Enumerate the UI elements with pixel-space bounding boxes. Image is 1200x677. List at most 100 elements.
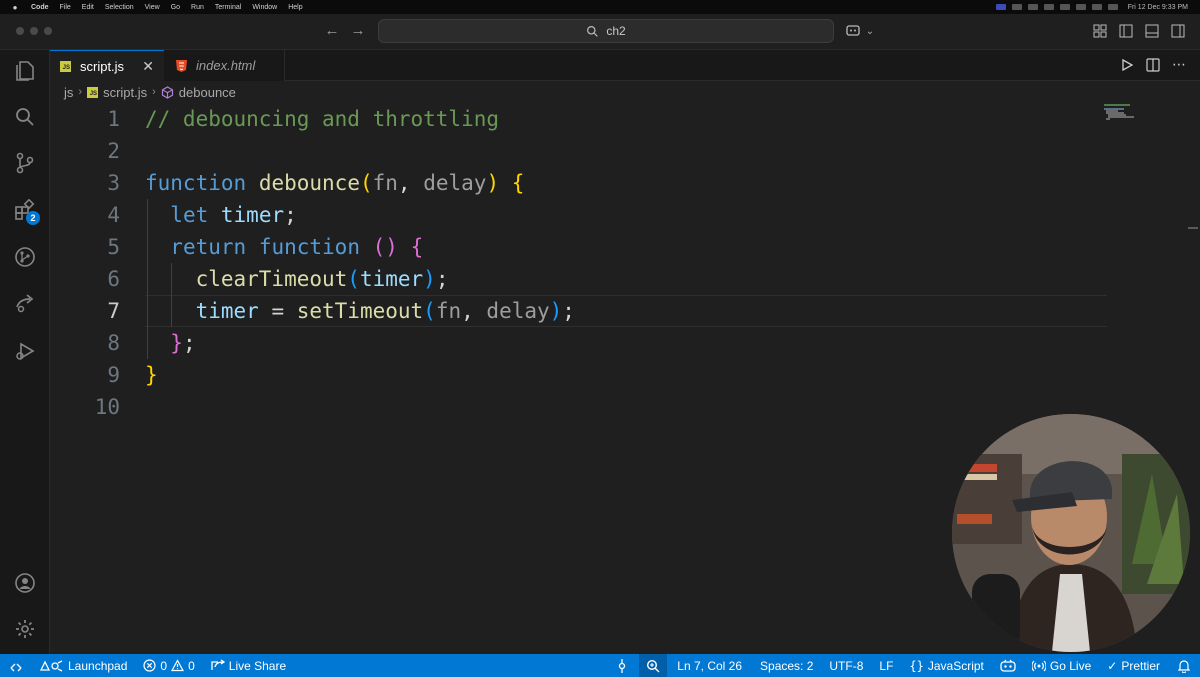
tab-index-html[interactable]: index.html [164,50,285,81]
chevron-right-icon: › [78,86,83,98]
line-number: 9 [107,363,120,387]
customize-layout-icon[interactable] [1092,23,1108,39]
battery-icon[interactable] [1091,4,1102,10]
command-center-search[interactable]: ch2 [378,19,834,43]
git-commit-icon[interactable] [605,654,639,677]
code-line[interactable]: } [145,359,158,391]
status-indicator-icon[interactable] [1075,4,1086,10]
menu-app[interactable]: Code [31,4,49,11]
zoom-window-button[interactable] [44,27,52,35]
toggle-primary-sidebar-icon[interactable] [1118,23,1134,39]
code-token: return [170,235,247,259]
search-icon [587,25,599,37]
explorer-icon[interactable] [12,58,38,84]
code-line[interactable]: }; [145,327,195,359]
code-token: ) [423,267,436,291]
launchpad-button[interactable]: Launchpad [32,654,135,677]
code-line[interactable]: function debounce(fn, delay) { [145,167,524,199]
breadcrumb-symbol[interactable]: debounce [161,85,236,100]
live-share-icon[interactable] [12,290,38,316]
forward-arrow-icon[interactable]: → [348,22,368,39]
menu-run[interactable]: Run [191,4,204,11]
code-token: fn [435,299,462,323]
status-indicator-icon[interactable] [1011,4,1022,10]
go-live-label: Go Live [1049,658,1092,673]
minimize-window-button[interactable] [30,27,38,35]
code-line[interactable]: let timer; [145,199,296,231]
git-graph-icon[interactable] [12,244,38,270]
menu-terminal[interactable]: Terminal [215,4,241,11]
copilot-status-icon[interactable] [992,654,1024,677]
run-and-debug-icon[interactable] [12,338,38,364]
code-line[interactable]: return function () { [145,231,423,263]
menu-go[interactable]: Go [171,4,180,11]
close-window-button[interactable] [16,27,24,35]
run-file-icon[interactable] [1120,58,1134,77]
menu-edit[interactable]: Edit [82,4,94,11]
live-share-button[interactable]: Live Share [203,654,294,677]
problems-indicator[interactable]: 0 0 [135,654,202,677]
code-token: , [461,299,487,323]
search-icon[interactable] [12,104,38,130]
status-indicator-icon[interactable] [995,4,1006,10]
launchpad-icon [40,659,63,672]
copilot-menu[interactable]: ⌄ [846,23,878,39]
status-indicator-icon[interactable] [1059,4,1070,10]
toggle-secondary-sidebar-icon[interactable] [1170,23,1186,39]
go-live-button[interactable]: Go Live [1024,654,1099,677]
menu-selection[interactable]: Selection [105,4,134,11]
settings-gear-icon[interactable] [12,616,38,642]
minimap[interactable] [1104,103,1142,123]
extensions-icon[interactable]: 2 [12,197,40,225]
split-editor-icon[interactable] [1146,58,1160,77]
menu-view[interactable]: View [145,4,160,11]
code-token: function [145,171,247,195]
more-actions-icon[interactable]: ⋯ [1172,57,1186,77]
status-indicator-icon[interactable] [1043,4,1054,10]
menubar-clock[interactable]: Fri 12 Dec 9:33 PM [1128,4,1188,11]
code-token: timer [359,267,424,291]
wifi-icon[interactable] [1107,4,1118,10]
error-count: 0 [160,658,168,673]
copilot-icon[interactable] [846,23,862,39]
end-of-line-setting[interactable]: LF [871,654,901,677]
prettier-button[interactable]: ✓ Prettier [1099,654,1168,677]
toggle-panel-icon[interactable] [1144,23,1160,39]
code-token: delay [423,171,487,195]
close-tab-icon[interactable]: ✕ [142,58,154,75]
chevron-right-icon: › [152,86,156,98]
notifications-bell-icon[interactable] [1168,654,1200,677]
breadcrumb-file[interactable]: JS script.js [87,85,147,100]
cursor-position[interactable]: Ln 7, Col 26 [667,654,752,677]
status-indicator-icon[interactable] [1027,4,1038,10]
back-arrow-icon[interactable]: ← [322,22,342,39]
zoom-search-icon[interactable] [639,654,668,677]
menu-file[interactable]: File [60,4,71,11]
code-token: function [258,235,360,259]
breadcrumb-folder[interactable]: js [64,85,73,100]
line-number: 6 [107,267,120,291]
editor-scrollbar[interactable] [1186,103,1200,654]
code-token: } [145,363,158,387]
chevron-down-icon[interactable]: ⌄ [862,23,878,39]
account-icon[interactable] [12,570,38,596]
source-control-icon[interactable] [12,150,38,176]
indentation-setting[interactable]: Spaces: 2 [752,654,821,677]
code-line[interactable]: timer = setTimeout(fn, delay); [145,295,575,327]
code-token: ( [347,267,360,291]
apple-icon[interactable]: ● [10,3,20,12]
menu-window[interactable]: Window [252,4,277,11]
tab-script-js[interactable]: JS script.js ✕ [50,50,164,81]
code-line[interactable]: // debouncing and throttling [145,103,499,135]
check-icon: ✓ [1107,658,1118,673]
remote-window-icon[interactable] [0,654,32,677]
code-token: delay [486,299,550,323]
status-bar: Launchpad 0 0 Live Share Ln 7, Col 26 Sp… [0,654,1200,677]
encoding-setting[interactable]: UTF-8 [821,654,871,677]
line-number: 1 [107,107,120,131]
menu-help[interactable]: Help [288,4,302,11]
code-line[interactable]: clearTimeout(timer); [145,263,449,295]
activity-bar: 2 [0,50,50,654]
presenter-video-image [952,414,1190,652]
language-mode[interactable]: {} JavaScript [901,654,991,677]
